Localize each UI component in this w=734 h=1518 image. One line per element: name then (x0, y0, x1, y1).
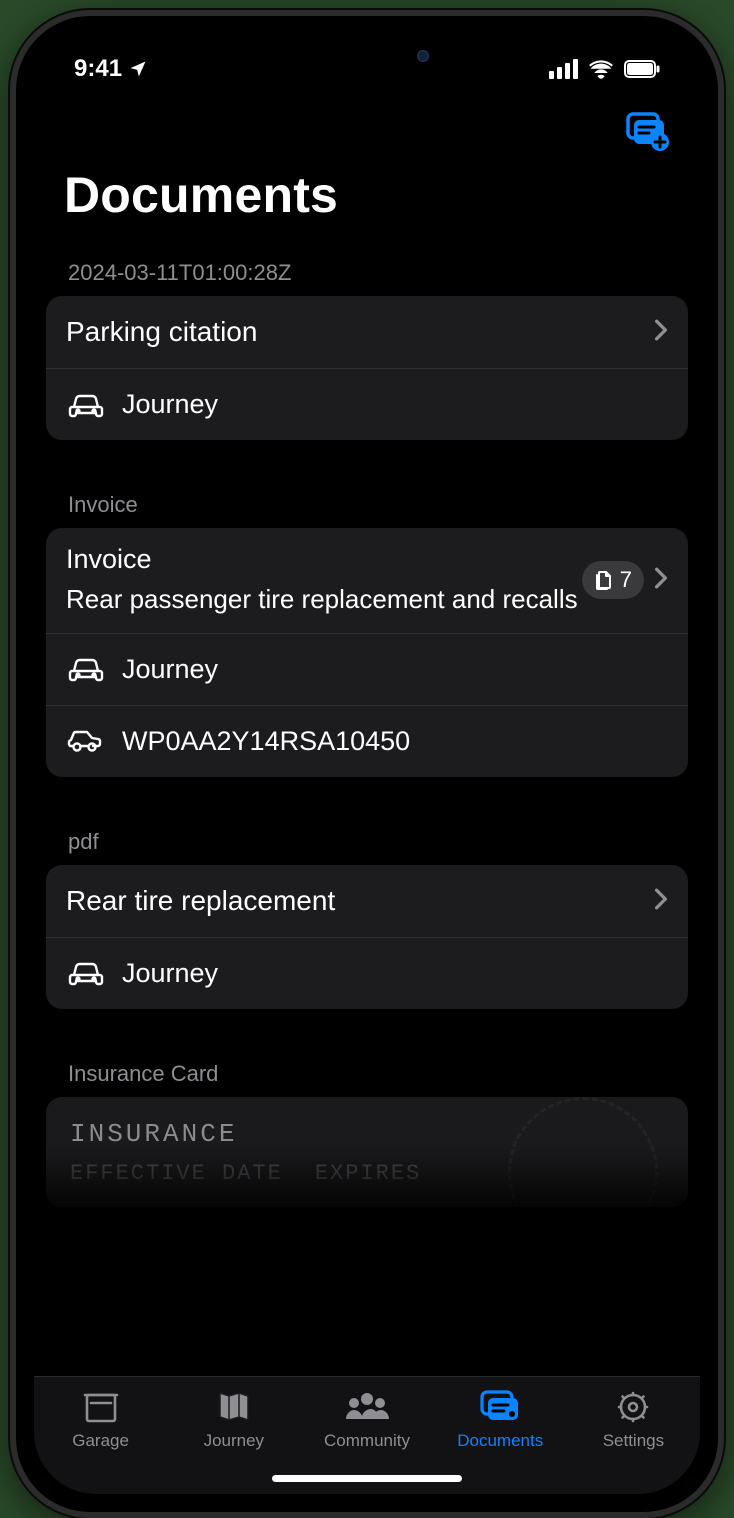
battery-icon (624, 60, 660, 78)
section-label: 2024-03-11T01:00:28Z (46, 248, 688, 296)
insurance-card-preview[interactable]: INSURANCE EFFECTIVE DATE EXPIRES (46, 1097, 688, 1207)
tab-label: Garage (72, 1431, 129, 1451)
document-row[interactable]: Parking citation (46, 296, 688, 368)
location-services-icon (128, 59, 148, 79)
section-label: pdf (46, 817, 688, 865)
attachment-count: 7 (620, 567, 632, 593)
document-title: Rear tire replacement (66, 885, 335, 917)
chevron-right-icon (654, 885, 668, 917)
tab-documents[interactable]: Documents (434, 1389, 567, 1451)
document-vehicle-row[interactable]: Journey (46, 368, 688, 440)
car-side-icon (66, 726, 122, 756)
chevron-right-icon (654, 316, 668, 348)
page-title: Documents (34, 158, 700, 248)
document-description: Rear passenger tire replacement and reca… (66, 583, 582, 617)
car-front-icon (66, 390, 122, 420)
document-title: Invoice (66, 544, 582, 575)
tab-journey[interactable]: Journey (167, 1389, 300, 1451)
content-scroll[interactable]: 2024-03-11T01:00:28Z Parking citation Jo… (34, 248, 700, 1376)
tab-label: Community (324, 1431, 410, 1451)
screen: 9:41 (34, 34, 700, 1494)
dynamic-island (283, 34, 451, 78)
section-label: Invoice (46, 480, 688, 528)
wifi-icon (588, 59, 614, 79)
document-vehicle-row[interactable]: Journey (46, 633, 688, 705)
status-right (549, 59, 660, 79)
status-time: 9:41 (74, 55, 122, 83)
document-vin-row[interactable]: WP0AA2Y14RSA10450 (46, 705, 688, 777)
vehicle-name: Journey (122, 654, 218, 685)
vehicle-name: Journey (122, 389, 218, 420)
tab-label: Documents (457, 1431, 543, 1451)
car-front-icon (66, 958, 122, 988)
document-card: Invoice Rear passenger tire replacement … (46, 528, 688, 777)
nav-actions (34, 104, 700, 158)
document-title: Parking citation (66, 316, 257, 348)
fade-overlay (46, 1147, 688, 1207)
car-front-icon (66, 654, 122, 684)
document-body: Invoice Rear passenger tire replacement … (66, 544, 582, 617)
phone-frame: 9:41 (10, 10, 724, 1518)
chevron-right-icon (654, 564, 668, 596)
document-card: Parking citation Journey (46, 296, 688, 440)
tab-label: Journey (204, 1431, 264, 1451)
document-row[interactable]: Rear tire replacement (46, 865, 688, 937)
attachment-count-badge: 7 (582, 561, 644, 599)
tab-garage[interactable]: Garage (34, 1389, 167, 1451)
vehicle-vin: WP0AA2Y14RSA10450 (122, 726, 410, 757)
status-left: 9:41 (74, 55, 148, 83)
add-document-button[interactable] (624, 112, 670, 152)
vehicle-name: Journey (122, 958, 218, 989)
tab-label: Settings (603, 1431, 664, 1451)
tab-settings[interactable]: Settings (567, 1389, 700, 1451)
section-label: Insurance Card (46, 1049, 688, 1097)
home-indicator[interactable] (272, 1475, 462, 1482)
document-card: Rear tire replacement Journey (46, 865, 688, 1009)
cellular-signal-icon (549, 59, 578, 79)
tab-community[interactable]: Community (300, 1389, 433, 1451)
document-vehicle-row[interactable]: Journey (46, 937, 688, 1009)
document-row[interactable]: Invoice Rear passenger tire replacement … (46, 528, 688, 633)
